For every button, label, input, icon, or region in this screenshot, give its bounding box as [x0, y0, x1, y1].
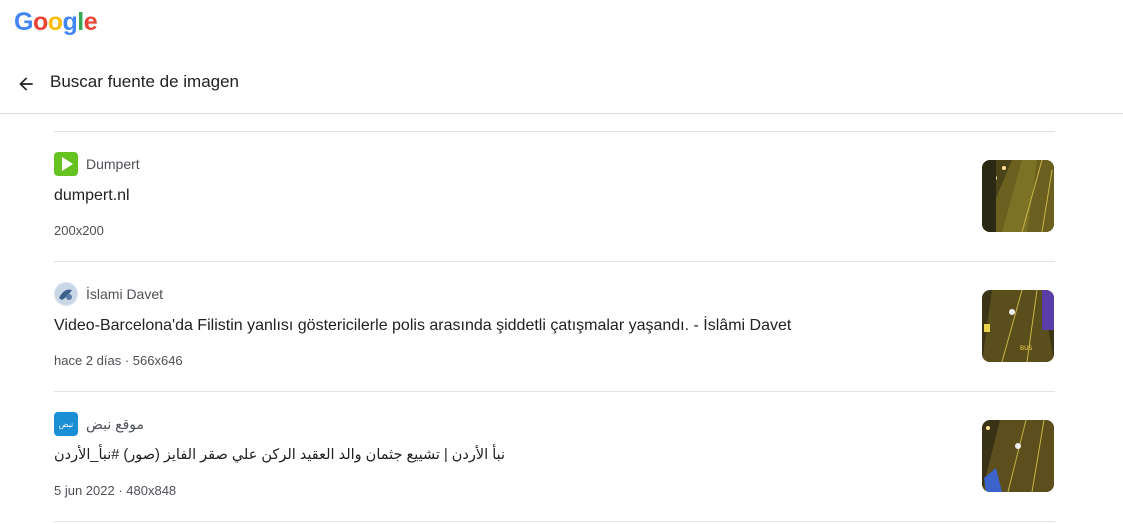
result-meta: hace 2 días · 566x646	[54, 353, 183, 368]
islami-davet-favicon-icon	[54, 282, 78, 306]
page-header: Buscar fuente de imagen	[0, 58, 1123, 114]
favicon-text: نبض	[58, 419, 74, 429]
result-source[interactable]: Dumpert	[54, 152, 140, 176]
result-meta: 200x200	[54, 223, 104, 238]
logo-letter: g	[62, 8, 78, 36]
page-title: Buscar fuente de imagen	[50, 72, 240, 91]
dumpert-favicon-icon	[54, 152, 78, 176]
results-list: Dumpert dumpert.nl 200x200 İslami Davet …	[54, 131, 1055, 523]
result-thumbnail[interactable]	[982, 420, 1054, 492]
logo-letter: o	[32, 8, 48, 36]
logo-letter: e	[83, 8, 98, 36]
result-source[interactable]: نبض موقع نبض	[54, 412, 144, 436]
result-thumbnail[interactable]: BUS	[982, 290, 1054, 362]
arrow-left-icon	[19, 77, 33, 91]
nabd-favicon-icon: نبض	[54, 412, 78, 436]
source-name: Dumpert	[86, 156, 140, 172]
source-name: İslami Davet	[86, 286, 164, 302]
result-title-link[interactable]: dumpert.nl	[54, 187, 130, 205]
result-meta: 5 jun 2022 · 480x848	[54, 483, 177, 498]
result-title-link[interactable]: Video-Barcelona'da Filistin yanlısı göst…	[54, 317, 791, 335]
list-item[interactable]: Dumpert dumpert.nl 200x200	[54, 131, 1055, 261]
logo-letter: o	[47, 8, 63, 36]
result-thumbnail[interactable]	[982, 160, 1054, 232]
source-name: موقع نبض	[86, 415, 145, 432]
google-logo[interactable]: Google	[14, 6, 98, 38]
list-item[interactable]: İslami Davet Video-Barcelona'da Filistin…	[54, 261, 1055, 391]
result-source[interactable]: İslami Davet	[54, 282, 163, 306]
svg-text:BUS: BUS	[1020, 345, 1033, 352]
logo-letter: G	[14, 8, 33, 36]
results-divider	[54, 521, 1055, 523]
result-title-link[interactable]: نبأ الأردن | تشييع جثمان والد العقيد الر…	[54, 447, 505, 463]
back-button[interactable]	[12, 70, 40, 98]
list-item[interactable]: نبض موقع نبض نبأ الأردن | تشييع جثمان وا…	[54, 391, 1055, 521]
